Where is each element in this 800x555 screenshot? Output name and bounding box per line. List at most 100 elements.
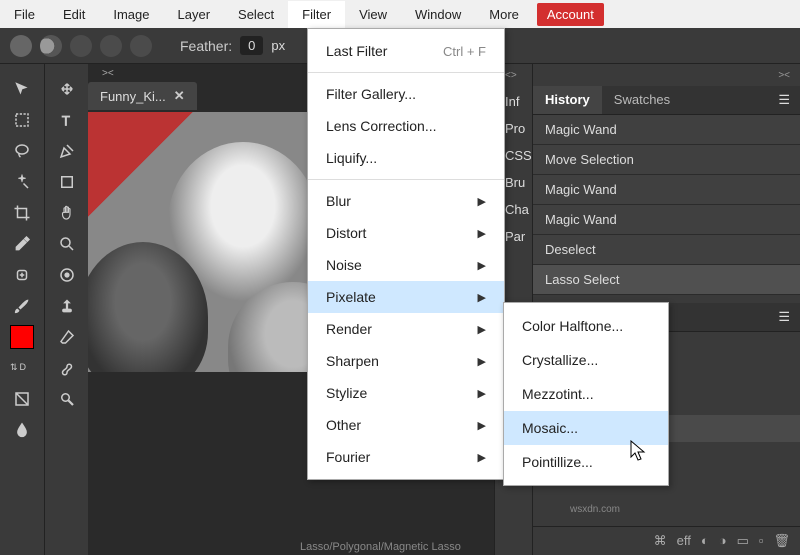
submenu-arrow-icon: ▶	[478, 451, 486, 464]
submenu-arrow-icon: ▶	[478, 323, 486, 336]
submenu-arrow-icon: ▶	[478, 195, 486, 208]
history-panel-tabs: History Swatches ☰	[533, 86, 800, 115]
pen-tool-icon[interactable]	[49, 136, 85, 166]
distort-submenu-item[interactable]: Distort▶	[308, 217, 504, 249]
feather-label: Feather:	[180, 38, 232, 54]
blur-tool-icon[interactable]	[4, 415, 40, 445]
hand-tool-icon[interactable]	[49, 198, 85, 228]
history-tab[interactable]: History	[533, 86, 602, 114]
selection-add-icon[interactable]	[40, 35, 62, 57]
filter-gallery-item[interactable]: Filter Gallery...	[308, 78, 504, 110]
fourier-submenu-item[interactable]: Fourier▶	[308, 441, 504, 473]
submenu-arrow-icon: ▶	[478, 419, 486, 432]
eyedropper-tool-icon[interactable]	[4, 229, 40, 259]
submenu-arrow-icon: ▶	[478, 291, 486, 304]
history-item[interactable]: Magic Wand	[533, 205, 800, 235]
submenu-arrow-icon: ▶	[478, 259, 486, 272]
type-tool-icon[interactable]: T	[49, 105, 85, 135]
adjustment-layer-icon[interactable]: ◑	[719, 533, 727, 549]
clone-tool-icon[interactable]	[49, 291, 85, 321]
menu-edit[interactable]: Edit	[49, 1, 99, 28]
main-menubar: File Edit Image Layer Select Filter View…	[0, 0, 800, 28]
menu-image[interactable]: Image	[99, 1, 163, 28]
mezzotint-item[interactable]: Mezzotint...	[504, 377, 668, 411]
blur-submenu-item[interactable]: Blur▶	[308, 185, 504, 217]
move-tool-icon[interactable]	[4, 74, 40, 104]
feather-unit: px	[271, 38, 285, 53]
delete-layer-icon[interactable]: 🗑	[773, 533, 790, 549]
panel-menu-icon[interactable]: ☰	[768, 303, 800, 331]
magic-wand-tool-icon[interactable]	[4, 167, 40, 197]
history-item[interactable]: Magic Wand	[533, 115, 800, 145]
shape-tool-icon[interactable]	[49, 167, 85, 197]
render-submenu-item[interactable]: Render▶	[308, 313, 504, 345]
history-item[interactable]: Deselect	[533, 235, 800, 265]
menu-more[interactable]: More	[475, 1, 533, 28]
submenu-arrow-icon: ▶	[478, 355, 486, 368]
other-submenu-item[interactable]: Other▶	[308, 409, 504, 441]
layer-mask-icon[interactable]: ◐	[701, 533, 709, 549]
menu-select[interactable]: Select	[224, 1, 288, 28]
gradient-tool-icon[interactable]	[4, 384, 40, 414]
liquify-item[interactable]: Liquify...	[308, 142, 504, 174]
layers-footer: ⌘ eff ◐ ◑ ▭ ▫ 🗑	[533, 526, 800, 555]
history-item[interactable]: Magic Wand	[533, 175, 800, 205]
new-layer-icon[interactable]: ▫	[759, 533, 764, 549]
document-tabbar: Funny_Ki... ✕	[88, 82, 197, 110]
swap-default-swatch[interactable]: ⇅D	[4, 353, 40, 383]
menu-view[interactable]: View	[345, 1, 401, 28]
tools-left-col2: T	[44, 64, 88, 555]
menu-account[interactable]: Account	[537, 3, 604, 26]
dodge-tool-icon[interactable]	[49, 384, 85, 414]
crystallize-item[interactable]: Crystallize...	[504, 343, 668, 377]
eraser-tool-icon[interactable]	[49, 322, 85, 352]
selection-new-icon[interactable]	[10, 35, 32, 57]
selection-intersect-icon[interactable]	[100, 35, 122, 57]
mouse-cursor-icon	[630, 440, 648, 462]
menu-shortcut: Ctrl + F	[443, 44, 486, 59]
menu-file[interactable]: File	[0, 1, 49, 28]
zoom-tool-icon[interactable]	[49, 229, 85, 259]
new-folder-icon[interactable]: ▭	[737, 533, 749, 549]
lens-correction-item[interactable]: Lens Correction...	[308, 110, 504, 142]
selection-xor-icon[interactable]	[130, 35, 152, 57]
color-picker-tool-icon[interactable]	[49, 260, 85, 290]
last-filter-item[interactable]: Last Filter Ctrl + F	[308, 35, 504, 67]
menu-label: Last Filter	[326, 43, 387, 59]
color-halftone-item[interactable]: Color Halftone...	[504, 309, 668, 343]
foreground-swatch[interactable]	[4, 322, 40, 352]
panel-menu-icon[interactable]: ☰	[768, 86, 800, 114]
history-item[interactable]: Move Selection	[533, 145, 800, 175]
artboard-tool-icon[interactable]	[49, 74, 85, 104]
menu-filter[interactable]: Filter	[288, 1, 345, 28]
collapse-left-icon[interactable]: ><	[102, 68, 114, 79]
menu-separator	[308, 179, 504, 180]
menu-layer[interactable]: Layer	[164, 1, 225, 28]
sharpen-submenu-item[interactable]: Sharpen▶	[308, 345, 504, 377]
close-tab-icon[interactable]: ✕	[174, 88, 185, 104]
crop-tool-icon[interactable]	[4, 198, 40, 228]
tools-left-col1: ⇅D	[0, 64, 44, 555]
lasso-tool-icon[interactable]	[4, 136, 40, 166]
layer-effects-icon[interactable]: eff	[677, 533, 691, 549]
healing-tool-icon[interactable]	[4, 260, 40, 290]
feather-value[interactable]: 0	[240, 36, 263, 55]
menu-window[interactable]: Window	[401, 1, 475, 28]
collapse-right-icon[interactable]: ><	[778, 70, 790, 81]
brush-tool-icon[interactable]	[4, 291, 40, 321]
marquee-tool-icon[interactable]	[4, 105, 40, 135]
selection-subtract-icon[interactable]	[70, 35, 92, 57]
document-tab[interactable]: Funny_Ki... ✕	[88, 82, 197, 110]
pixelate-submenu-item[interactable]: Pixelate▶	[308, 281, 504, 313]
menu-separator	[308, 72, 504, 73]
noise-submenu-item[interactable]: Noise▶	[308, 249, 504, 281]
smudge-tool-icon[interactable]	[49, 353, 85, 383]
svg-text:T: T	[61, 113, 69, 128]
submenu-arrow-icon: ▶	[478, 387, 486, 400]
filter-menu-dropdown: Last Filter Ctrl + F Filter Gallery... L…	[307, 28, 505, 480]
history-list: Magic Wand Move Selection Magic Wand Mag…	[533, 115, 800, 295]
history-item[interactable]: Lasso Select	[533, 265, 800, 295]
link-layers-icon[interactable]: ⌘	[654, 533, 667, 549]
stylize-submenu-item[interactable]: Stylize▶	[308, 377, 504, 409]
swatches-tab[interactable]: Swatches	[602, 86, 682, 114]
